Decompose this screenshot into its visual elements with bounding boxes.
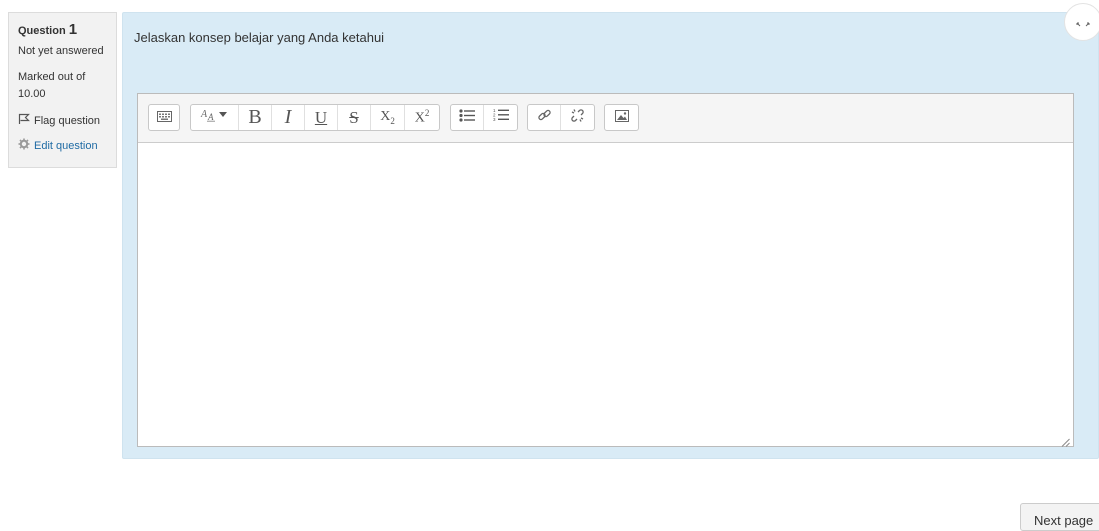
question-text: Jelaskan konsep belajar yang Anda ketahu… xyxy=(134,30,385,45)
editor-toolbar: AA B I U S X2 X2 1 2 3 xyxy=(138,94,1073,143)
subscript-index: 2 xyxy=(390,115,395,126)
question-info-panel: Question 1 Not yet answered Marked out o… xyxy=(8,12,117,168)
gear-icon xyxy=(18,138,30,153)
question-number: Question 1 xyxy=(18,21,107,38)
question-number-value: 1 xyxy=(68,21,78,38)
svg-text:3: 3 xyxy=(493,117,496,122)
unordered-list-button[interactable] xyxy=(451,105,484,130)
unlink-button[interactable] xyxy=(561,105,594,130)
link-button[interactable] xyxy=(528,105,561,130)
link-icon xyxy=(537,108,552,128)
ordered-list-button[interactable]: 123 xyxy=(484,105,517,130)
subscript-base: X xyxy=(380,109,391,125)
strikethrough-icon: S xyxy=(349,107,359,127)
next-page-button[interactable]: Next page xyxy=(1020,503,1099,531)
bold-icon: B xyxy=(248,106,262,128)
insert-image-button[interactable] xyxy=(605,105,638,130)
font-style-button[interactable]: AA xyxy=(191,105,239,130)
expand-icon xyxy=(1076,20,1090,30)
underline-icon: U xyxy=(314,107,328,127)
unordered-list-icon xyxy=(459,108,475,127)
subscript-button[interactable]: X2 xyxy=(371,105,405,130)
question-grade: Marked out of 10.00 xyxy=(18,71,86,100)
editor-content-area[interactable] xyxy=(138,143,1073,446)
svg-text:A: A xyxy=(207,112,214,122)
font-style-icon: AA xyxy=(200,108,230,127)
svg-text:A: A xyxy=(200,109,208,120)
superscript-base: X xyxy=(414,110,425,126)
subscript-icon: X2 xyxy=(380,109,395,126)
italic-icon: I xyxy=(284,106,292,128)
question-label: Question xyxy=(18,25,66,37)
answer-editor: AA B I U S X2 X2 1 2 3 xyxy=(137,93,1074,447)
edit-question-label: Edit question xyxy=(34,139,98,152)
strikethrough-button[interactable]: S xyxy=(338,105,371,130)
question-state: Not yet answered xyxy=(18,45,104,57)
superscript-icon: X2 xyxy=(415,108,430,127)
superscript-button[interactable]: X2 xyxy=(405,105,439,130)
toolbar-group-format: AA B I U S X2 X2 xyxy=(190,104,440,131)
flag-question-label: Flag question xyxy=(34,114,101,127)
question-content: Jelaskan konsep belajar yang Anda ketahu… xyxy=(122,3,1099,459)
underline-button[interactable]: U xyxy=(305,105,338,130)
toolbar-group-links xyxy=(527,104,595,131)
bold-button[interactable]: B xyxy=(239,105,272,130)
italic-button[interactable]: I xyxy=(272,105,305,130)
toolbar-group-toggle xyxy=(148,104,180,131)
edit-question-link[interactable]: Edit question xyxy=(18,138,107,153)
fullscreen-button[interactable] xyxy=(1064,3,1099,41)
toolbar-toggle-icon xyxy=(156,109,172,127)
flag-question-link[interactable]: Flag question xyxy=(18,113,107,128)
resize-handle[interactable] xyxy=(1061,434,1070,447)
ordered-list-icon: 123 xyxy=(493,108,509,127)
superscript-index: 2 xyxy=(424,108,430,119)
unlink-icon xyxy=(570,108,585,128)
toolbar-group-lists: 123 xyxy=(450,104,518,131)
image-icon xyxy=(614,109,629,127)
toolbar-group-media xyxy=(604,104,639,131)
toolbar-toggle-button[interactable] xyxy=(149,105,179,130)
flag-icon xyxy=(18,113,30,128)
